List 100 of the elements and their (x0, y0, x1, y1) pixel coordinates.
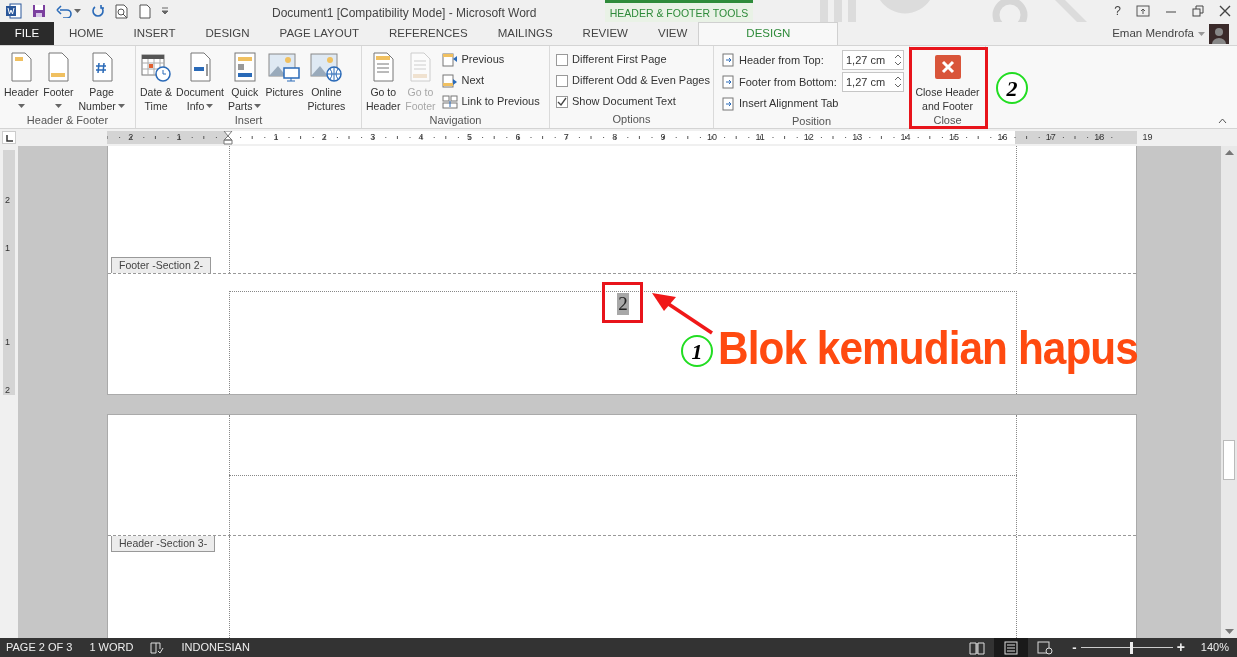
scroll-thumb[interactable] (1223, 440, 1235, 480)
option-checkbox[interactable]: Different First Page (556, 49, 710, 70)
view-button[interactable] (994, 638, 1029, 657)
scrollbar[interactable] (1221, 146, 1237, 638)
ribbon-button[interactable]: Go to Header (365, 46, 402, 113)
ribbon-tab[interactable]: INSERT (118, 22, 191, 45)
close-icon[interactable] (1219, 5, 1231, 17)
checkbox-label: Different Odd & Even Pages (572, 73, 710, 89)
ribbon-button[interactable]: Online Pictures (306, 46, 347, 113)
ruler-number: 2 (5, 385, 10, 395)
redo-icon[interactable] (91, 4, 105, 18)
ribbon-tab[interactable]: PAGE LAYOUT (264, 22, 375, 45)
ribbon-button[interactable]: Next (442, 70, 540, 91)
spin-field[interactable]: 1,27 cm (842, 72, 904, 92)
spin-arrows-icon[interactable] (894, 75, 902, 89)
print-preview-icon[interactable] (115, 3, 129, 19)
ribbon-button[interactable]: Quick Parts (226, 46, 263, 113)
ribbon-tab[interactable]: REVIEW (567, 22, 643, 45)
customize-toolbar-icon[interactable] (161, 7, 169, 15)
caret-icon (117, 104, 125, 108)
zoom-out-button[interactable]: - (1072, 637, 1077, 657)
ribbon-button[interactable]: Footer (41, 46, 76, 113)
previous-icon (442, 52, 459, 67)
avatar-icon[interactable] (1209, 23, 1229, 44)
ruler-number: 1 (273, 131, 279, 144)
spin-field[interactable]: 1,27 cm (842, 50, 904, 70)
save-icon[interactable] (32, 4, 46, 18)
user-name[interactable]: Eman Mendrofa (1112, 24, 1194, 43)
read-mode-icon (969, 640, 986, 655)
scroll-up-icon[interactable] (1224, 149, 1234, 155)
ruler-number: 8 (612, 131, 618, 144)
zoom-level[interactable]: 140% (1184, 639, 1237, 656)
vertical-ruler[interactable]: 2 1 1 2 (3, 150, 15, 395)
ribbon-tab[interactable]: DESIGN (190, 22, 265, 45)
ribbon-tab[interactable]: MAILINGS (482, 22, 568, 45)
page-number[interactable]: 2 (617, 293, 629, 315)
ruler-number: 3 (370, 131, 376, 144)
ruler-number: 10 (707, 131, 717, 144)
ruler-number: 9 (660, 131, 666, 144)
group-label: Header & Footer (25, 113, 110, 128)
ribbon-button[interactable]: Date & Time (139, 46, 174, 113)
caret-icon (17, 104, 25, 108)
checkbox[interactable] (556, 95, 568, 108)
ribbon-button[interactable]: Header (3, 46, 40, 113)
tab-selector-button[interactable] (2, 131, 16, 144)
ruler-number: 11 (755, 131, 765, 144)
collapse-ribbon-icon[interactable] (1218, 118, 1227, 124)
new-document-icon[interactable] (139, 3, 151, 19)
word-logo-icon[interactable] (6, 3, 22, 19)
caret-icon (206, 104, 214, 108)
ruler-number: 1 (5, 337, 10, 347)
language-indicator[interactable]: INDONESIAN (164, 639, 250, 656)
ribbon-tab[interactable]: REFERENCES (374, 22, 483, 45)
checkbox[interactable] (556, 53, 568, 66)
ribbon-tab[interactable]: DESIGN (698, 22, 839, 45)
word-count[interactable]: 1 WORD (72, 639, 134, 656)
callout-text: Blok kemudian hapus (718, 321, 1138, 376)
ruler-number: 18 (1094, 131, 1105, 144)
zoom-slider-thumb[interactable] (1130, 641, 1134, 654)
zoom-in-button[interactable]: + (1176, 637, 1185, 657)
ribbon-display-icon[interactable] (1136, 5, 1150, 17)
ribbon-button[interactable]: Insert Alignment Tab (720, 93, 904, 114)
ribbon-tab[interactable]: FILE (0, 22, 54, 45)
ruler-number: 2 (5, 195, 10, 205)
scroll-down-icon[interactable] (1224, 629, 1234, 635)
ribbon-button[interactable]: Previous (442, 49, 540, 70)
ribbon-button[interactable]: Close Header and Footer (911, 46, 984, 113)
undo-icon[interactable] (56, 4, 72, 18)
ribbon-tab[interactable]: HOME (54, 22, 119, 45)
ribbon-button[interactable]: Page Number (77, 46, 126, 113)
option-checkbox[interactable]: Different Odd & Even Pages (556, 70, 710, 91)
checkbox-label: Different First Page (572, 52, 667, 68)
ribbon-button[interactable]: Document Info (175, 46, 225, 113)
indent-marker-icon[interactable] (223, 131, 233, 145)
ribbon-button[interactable]: Link to Previous (442, 91, 540, 112)
highlight-frame (602, 282, 643, 323)
tab-stop-icon (5, 135, 13, 143)
ruler-number: 2 (128, 131, 134, 144)
checkbox[interactable] (556, 74, 568, 87)
proofing-icon[interactable] (150, 640, 165, 655)
ruler-number: 12 (803, 131, 814, 144)
header-section-tag: Header -Section 3- (111, 536, 216, 552)
footer-section-tag: Footer -Section 2- (111, 257, 212, 273)
spin-arrows-icon[interactable] (894, 53, 902, 67)
caret-icon (54, 104, 62, 108)
caret-icon (254, 104, 262, 108)
online-pictures-icon (309, 51, 344, 83)
ruler-number: 4 (418, 131, 424, 144)
checkbox-label: Show Document Text (572, 94, 676, 110)
option-checkbox[interactable]: Show Document Text (556, 91, 710, 112)
page-count[interactable]: PAGE 2 OF 3 (0, 639, 73, 656)
help-button[interactable]: ? (1114, 2, 1121, 20)
ruler-number: 2 (321, 131, 327, 144)
context-tab-group: HEADER & FOOTER TOOLS (605, 0, 753, 22)
ruler-number: 13 (852, 131, 863, 144)
zoom-slider[interactable] (1080, 641, 1173, 654)
caret-icon (74, 9, 81, 13)
next-icon (442, 73, 459, 88)
ribbon-button[interactable]: Pictures (264, 46, 305, 113)
restore-icon[interactable] (1192, 5, 1204, 17)
